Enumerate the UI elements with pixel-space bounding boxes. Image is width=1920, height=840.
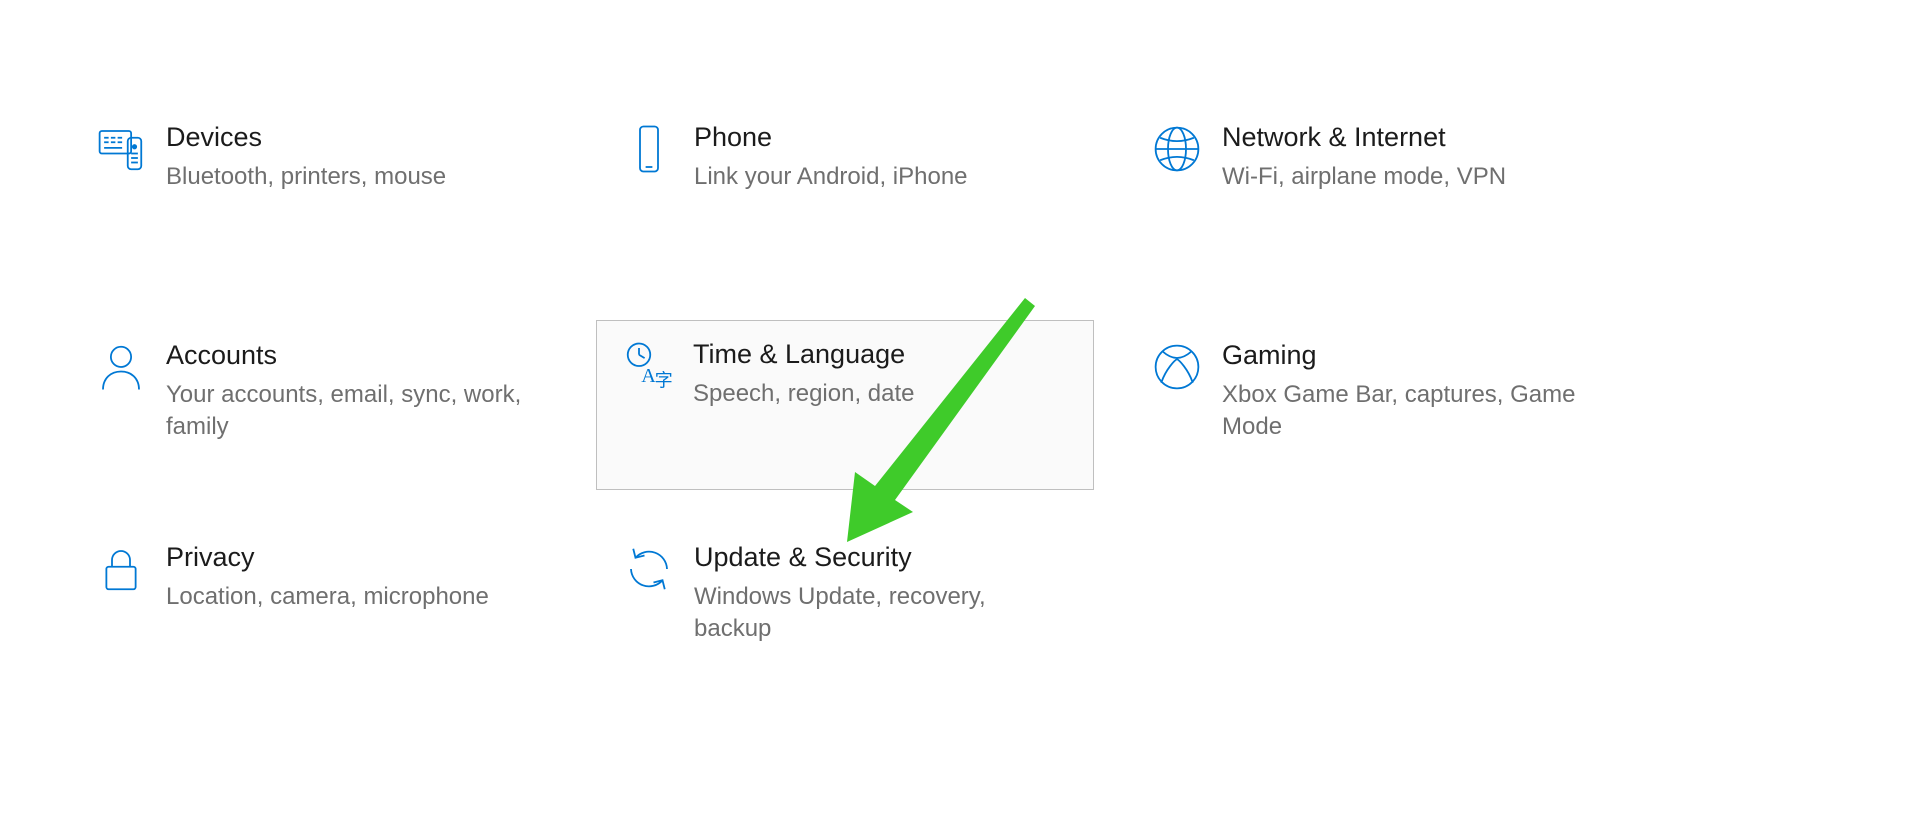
xbox-icon: [1132, 338, 1222, 394]
sync-icon: [604, 540, 694, 596]
tile-accounts[interactable]: Accounts Your accounts, email, sync, wor…: [68, 320, 566, 490]
tile-phone[interactable]: Phone Link your Android, iPhone: [596, 110, 1094, 320]
tile-title: Gaming: [1222, 338, 1606, 373]
tile-desc: Windows Update, recovery, backup: [694, 581, 1054, 646]
lock-icon: [76, 540, 166, 596]
tile-desc: Wi-Fi, airplane mode, VPN: [1222, 161, 1582, 193]
globe-icon: [1132, 120, 1222, 176]
tile-title: Privacy: [166, 540, 550, 575]
tile-desc: Location, camera, microphone: [166, 581, 526, 613]
svg-text:字: 字: [655, 370, 673, 390]
tile-desc: Xbox Game Bar, captures, Game Mode: [1222, 379, 1582, 444]
tile-update-security[interactable]: Update & Security Windows Update, recove…: [596, 530, 1094, 740]
tile-title: Update & Security: [694, 540, 1078, 575]
tile-network[interactable]: Network & Internet Wi-Fi, airplane mode,…: [1124, 110, 1622, 320]
tile-gaming[interactable]: Gaming Xbox Game Bar, captures, Game Mod…: [1124, 320, 1622, 490]
tile-title: Network & Internet: [1222, 120, 1606, 155]
devices-icon: [76, 120, 166, 176]
time-language-icon: A 字: [603, 337, 693, 393]
tile-devices[interactable]: Devices Bluetooth, printers, mouse: [68, 110, 566, 320]
phone-icon: [604, 120, 694, 176]
person-icon: [76, 338, 166, 394]
tile-desc: Speech, region, date: [693, 378, 1053, 410]
tile-title: Time & Language: [693, 337, 1079, 372]
tile-desc: Your accounts, email, sync, work, family: [166, 379, 526, 444]
tile-title: Accounts: [166, 338, 550, 373]
tile-desc: Link your Android, iPhone: [694, 161, 1054, 193]
tile-title: Phone: [694, 120, 1078, 155]
settings-tile-grid: Devices Bluetooth, printers, mouse Phone…: [68, 110, 1578, 740]
tile-title: Devices: [166, 120, 550, 155]
tile-desc: Bluetooth, printers, mouse: [166, 161, 526, 193]
tile-time-language[interactable]: A 字 Time & Language Speech, region, date: [596, 320, 1094, 490]
tile-privacy[interactable]: Privacy Location, camera, microphone: [68, 530, 566, 740]
